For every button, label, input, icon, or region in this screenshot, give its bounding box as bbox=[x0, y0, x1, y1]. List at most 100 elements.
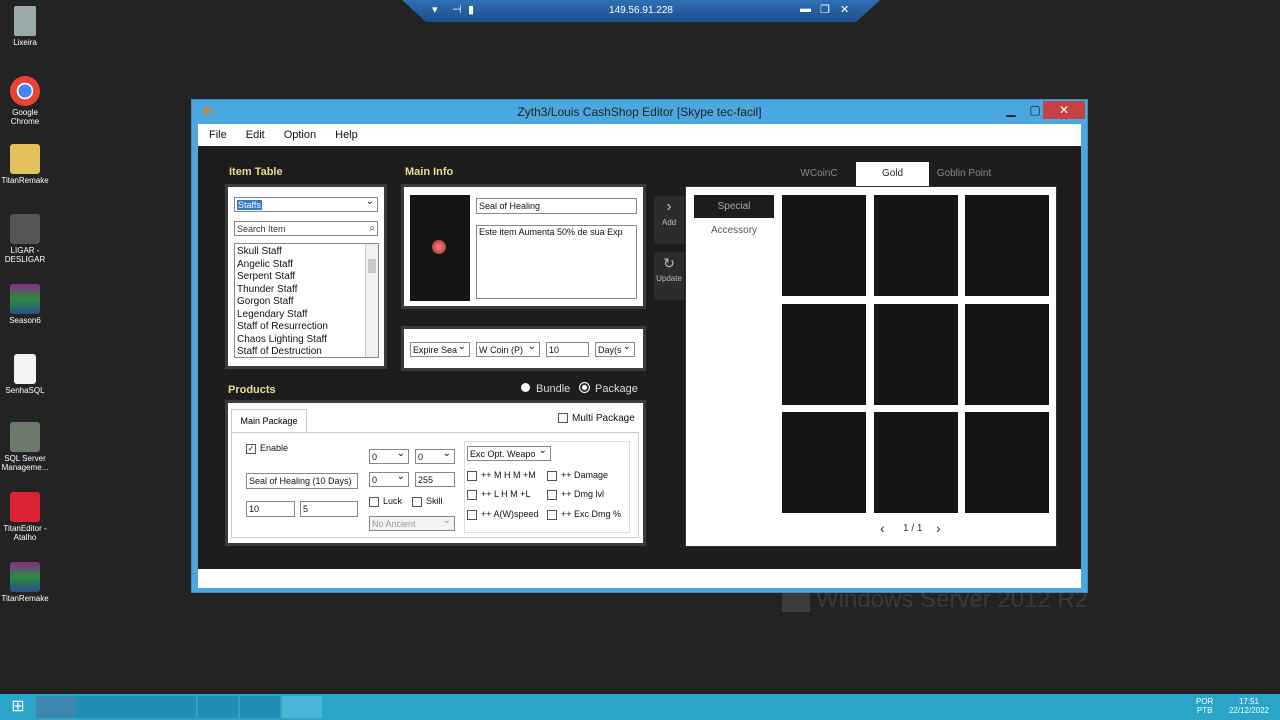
maximize-button[interactable]: ▢ bbox=[1025, 101, 1045, 119]
exc-option-checkbox[interactable]: ++ L H M +L bbox=[467, 489, 530, 500]
taskbar-server-manager[interactable] bbox=[36, 696, 76, 718]
bundle-radio[interactable]: Bundle bbox=[521, 383, 570, 395]
seal-item-icon bbox=[432, 240, 446, 254]
taskbar-notepad[interactable] bbox=[240, 696, 280, 718]
next-page-icon[interactable]: › bbox=[936, 520, 941, 536]
taskbar-cube-app[interactable] bbox=[198, 696, 238, 718]
luck-checkbox[interactable]: Luck bbox=[369, 496, 402, 507]
exc-opt-select[interactable]: Exc Opt. Weapo bbox=[467, 446, 551, 461]
tab-main-package[interactable]: Main Package bbox=[231, 409, 307, 433]
exc-option-checkbox[interactable]: ++ Damage bbox=[547, 470, 608, 481]
list-item[interactable]: Staff of Destruction bbox=[237, 346, 328, 357]
menu-help[interactable]: Help bbox=[324, 124, 366, 146]
taskbar-powershell[interactable] bbox=[76, 696, 116, 718]
exc-option-checkbox[interactable]: ++ Exc Dmg % bbox=[547, 509, 621, 520]
desktop-icon-titanremake-rar[interactable]: TitanRemake bbox=[0, 562, 50, 603]
category-select[interactable]: Staffs bbox=[234, 197, 378, 212]
shop-slot[interactable] bbox=[874, 195, 958, 296]
start-button[interactable]: ⊞ bbox=[2, 696, 34, 718]
desktop-icon-titanremake-folder[interactable]: TitanRemake bbox=[0, 144, 50, 185]
list-item[interactable]: Staff of Resurrection bbox=[237, 321, 328, 334]
minimize-button[interactable]: ▁ bbox=[997, 101, 1025, 119]
menu-option[interactable]: Option bbox=[273, 124, 324, 146]
clock[interactable]: 17:51 22/12/2022 bbox=[1224, 697, 1274, 715]
list-item[interactable]: Legendary Staff bbox=[237, 309, 328, 322]
desktop-icon-chrome[interactable]: Google Chrome bbox=[0, 76, 50, 126]
desktop-icon-season6[interactable]: Season6 bbox=[0, 284, 50, 325]
value-input-2[interactable]: 5 bbox=[300, 501, 358, 517]
list-item[interactable]: Serpent Staff bbox=[237, 271, 328, 284]
duration-unit-select[interactable]: Day(s bbox=[595, 342, 635, 357]
shop-slot[interactable] bbox=[874, 412, 958, 513]
exc-option-label: ++ M H M +M bbox=[481, 470, 536, 480]
multi-package-checkbox[interactable]: Multi Package bbox=[558, 413, 635, 424]
currency-select[interactable]: W Coin (P) bbox=[476, 342, 540, 357]
list-item[interactable]: Skull Staff bbox=[237, 246, 328, 259]
category-accessory[interactable]: Accessory bbox=[694, 219, 774, 242]
desktop-icon-senhasql[interactable]: SenhaSQL bbox=[0, 354, 50, 395]
extra-select[interactable]: 0 bbox=[369, 472, 409, 487]
shop-slot[interactable] bbox=[782, 412, 866, 513]
shop-slot[interactable] bbox=[782, 195, 866, 296]
shop-slot[interactable] bbox=[874, 304, 958, 405]
tab-goblin-point[interactable]: Goblin Point bbox=[929, 162, 999, 186]
menu-edit[interactable]: Edit bbox=[235, 124, 273, 146]
tab-gold[interactable]: Gold bbox=[856, 162, 929, 186]
close-button[interactable]: ✕ bbox=[1043, 101, 1085, 119]
list-scrollbar[interactable] bbox=[365, 244, 378, 357]
enable-checkbox[interactable]: ✓ Enable bbox=[246, 443, 288, 454]
menu-file[interactable]: File bbox=[198, 124, 235, 146]
recycle-bin-icon bbox=[14, 6, 36, 36]
item-description-input[interactable]: Este item Aumenta 50% de sua Exp bbox=[476, 225, 637, 299]
update-button[interactable]: ↻ Update bbox=[654, 252, 684, 300]
list-item[interactable]: Angelic Staff bbox=[237, 259, 328, 272]
list-item[interactable]: Gorgon Staff bbox=[237, 296, 328, 309]
prev-page-icon[interactable]: ‹ bbox=[880, 520, 885, 536]
skill-checkbox[interactable]: Skill bbox=[412, 496, 443, 507]
package-radio[interactable]: Package bbox=[580, 383, 638, 395]
folder-icon bbox=[10, 144, 40, 174]
durability-input[interactable]: 255 bbox=[415, 472, 455, 487]
close-icon[interactable]: ✕ bbox=[840, 3, 849, 16]
level-select[interactable]: 0 bbox=[369, 449, 409, 464]
taskbar-cashshop-editor[interactable] bbox=[282, 696, 322, 718]
input-language[interactable]: POR PTB bbox=[1196, 697, 1213, 715]
list-item[interactable]: Thunder Staff bbox=[237, 284, 328, 297]
products-header: Products bbox=[228, 384, 276, 396]
add-button[interactable]: › Add bbox=[654, 196, 684, 244]
search-icon[interactable]: ⌕ bbox=[369, 222, 375, 235]
desktop-icon-sql-server[interactable]: SQL Server Manageme... bbox=[0, 422, 50, 472]
shop-slot[interactable] bbox=[782, 304, 866, 405]
category-special[interactable]: Special bbox=[694, 195, 774, 218]
shop-slot[interactable] bbox=[965, 304, 1049, 405]
checkbox-icon bbox=[467, 470, 477, 481]
search-input[interactable]: Search Item ⌕ bbox=[234, 221, 378, 236]
package-name-input[interactable]: Seal of Healing (10 Days) bbox=[246, 473, 358, 489]
scrollbar-thumb[interactable] bbox=[368, 259, 376, 273]
price-input[interactable]: 10 bbox=[546, 342, 589, 357]
checkbox-icon bbox=[547, 470, 557, 481]
exc-option-checkbox[interactable]: ++ Dmg lvl bbox=[547, 489, 604, 500]
exc-option-checkbox[interactable]: ++ A(W)speed bbox=[467, 509, 539, 520]
item-name-input[interactable]: Seal of Healing bbox=[476, 198, 637, 214]
tab-wcoinc[interactable]: WCoinC bbox=[784, 162, 854, 186]
taskbar-network-tool[interactable] bbox=[156, 696, 196, 718]
list-item[interactable]: Chaos Lighting Staff bbox=[237, 334, 328, 347]
value-input-1[interactable]: 10 bbox=[246, 501, 295, 517]
refresh-icon: ↻ bbox=[663, 255, 675, 271]
item-list[interactable]: Skull Staff Angelic Staff Serpent Staff … bbox=[234, 243, 379, 358]
desktop-icon-recycle-bin[interactable]: Lixeira bbox=[0, 6, 50, 47]
ancient-select[interactable]: No Ancient bbox=[369, 516, 455, 531]
radio-icon bbox=[521, 383, 530, 392]
exc-option-checkbox[interactable]: ++ M H M +M bbox=[467, 470, 536, 481]
shop-slot[interactable] bbox=[965, 195, 1049, 296]
taskbar-explorer[interactable] bbox=[116, 696, 156, 718]
expire-select[interactable]: Expire Sea bbox=[410, 342, 470, 357]
minimize-icon[interactable]: ▬ bbox=[800, 3, 811, 15]
desktop-icon-ligar[interactable]: LIGAR - DESLIGAR bbox=[0, 214, 50, 264]
desktop-icon-titaneditor[interactable]: TitanEditor - Atalho bbox=[0, 492, 50, 542]
restore-icon[interactable]: ❐ bbox=[820, 3, 830, 16]
remote-connection-bar: ▾ ⊣ ▮ 149.56.91.228 ▬ ❐ ✕ bbox=[402, 0, 880, 22]
shop-slot[interactable] bbox=[965, 412, 1049, 513]
option-select[interactable]: 0 bbox=[415, 449, 455, 464]
